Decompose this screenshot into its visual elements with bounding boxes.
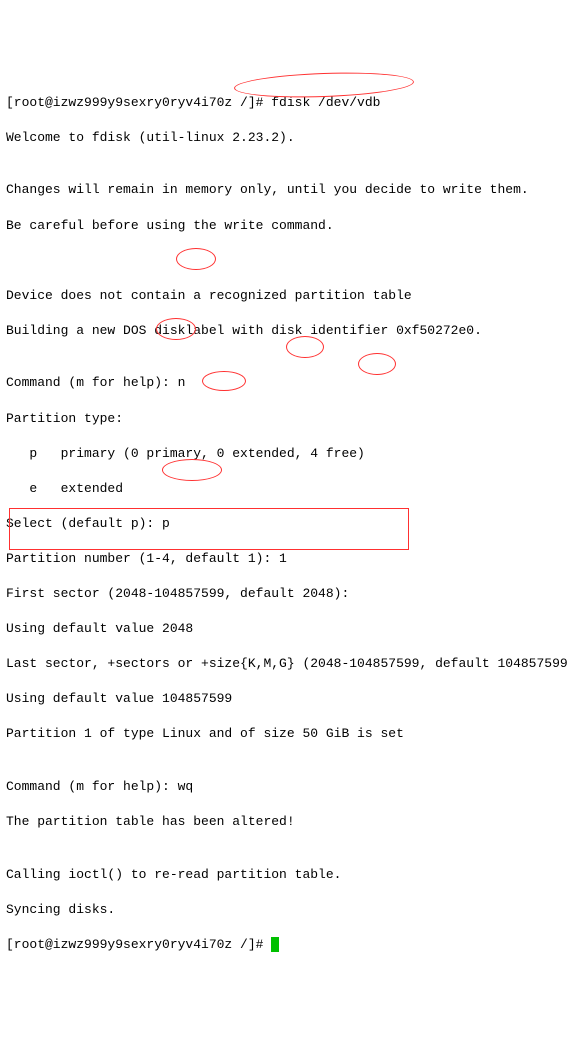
- terminal-output: [root@izwz999y9sexry0ryv4i70z /]# fdisk …: [6, 76, 576, 1064]
- highlight-partnum-1: [286, 336, 324, 358]
- cursor: [271, 937, 279, 952]
- output-line: p primary (0 primary, 0 extended, 4 free…: [6, 445, 576, 463]
- output-line: Using default value 104857599: [6, 690, 576, 708]
- output-line: The partition table has been altered!: [6, 813, 576, 831]
- prompt-final[interactable]: [root@izwz999y9sexry0ryv4i70z /]#: [6, 936, 576, 954]
- output-line: Changes will remain in memory only, unti…: [6, 181, 576, 199]
- output-line: Syncing disks.: [6, 901, 576, 919]
- output-line: Partition 1 of type Linux and of size 50…: [6, 725, 576, 743]
- highlight-wq: [162, 459, 222, 481]
- prompt-n: Command (m for help): n: [6, 374, 576, 392]
- prompt-text: [root@izwz999y9sexry0ryv4i70z /]#: [6, 937, 271, 952]
- highlight-firstsector-empty: [358, 353, 396, 375]
- prompt-partnum: Partition number (1-4, default 1): 1: [6, 550, 576, 568]
- output-line: Building a new DOS disklabel with disk i…: [6, 322, 576, 340]
- output-line: e extended: [6, 480, 576, 498]
- output-line: Welcome to fdisk (util-linux 2.23.2).: [6, 129, 576, 147]
- output-line: Be careful before using the write comman…: [6, 217, 576, 235]
- output-line: Partition type:: [6, 410, 576, 428]
- prompt-wq: Command (m for help): wq: [6, 778, 576, 796]
- output-line: Last sector, +sectors or +size{K,M,G} (2…: [6, 655, 576, 673]
- output-line: Device does not contain a recognized par…: [6, 287, 576, 305]
- output-line: Calling ioctl() to re-read partition tab…: [6, 866, 576, 884]
- output-line: Using default value 2048: [6, 620, 576, 638]
- prompt-firstsector: First sector (2048-104857599, default 20…: [6, 585, 576, 603]
- prompt-p: Select (default p): p: [6, 515, 576, 533]
- cmd-line-fdisk: [root@izwz999y9sexry0ryv4i70z /]# fdisk …: [6, 94, 576, 112]
- highlight-n: [176, 248, 216, 270]
